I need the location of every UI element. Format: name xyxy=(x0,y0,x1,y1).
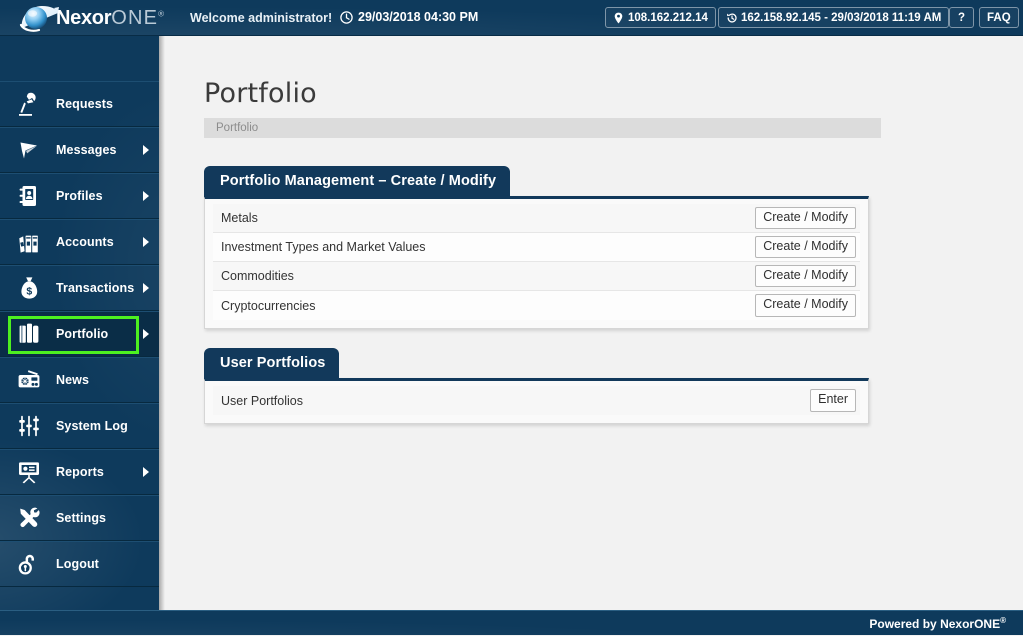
sidebar-item-label: System Log xyxy=(56,419,128,433)
sidebar-item-portfolio[interactable]: Portfolio xyxy=(0,311,159,357)
history-icon xyxy=(726,12,737,24)
sidebar-item-news[interactable]: News xyxy=(0,357,159,403)
page-footer: Powered by NexorONE® xyxy=(0,610,1023,636)
sidebar-item-messages[interactable]: Messages xyxy=(0,127,159,173)
welcome-username: administrator! xyxy=(248,11,333,25)
table-row: User Portfolios Enter xyxy=(213,386,860,415)
paper-plane-icon xyxy=(14,135,44,165)
row-action-button[interactable]: Enter xyxy=(810,389,856,412)
sidebar-top-spacer xyxy=(0,36,159,81)
presentation-icon xyxy=(14,457,44,487)
row-action-button[interactable]: Create / Modify xyxy=(755,206,856,230)
sidebar-item-system-log[interactable]: System Log xyxy=(0,403,159,449)
row-action-button[interactable]: Create / Modify xyxy=(755,235,856,259)
row-label: Commodities xyxy=(221,269,294,283)
logo-wordmark: NexorONE® xyxy=(56,8,164,28)
help-label: ? xyxy=(958,11,966,24)
sidebar-menu-list: Requests Messages Profiles Accounts $ Transac… xyxy=(0,81,159,587)
row-label: Metals xyxy=(221,211,258,225)
current-ip-badge: 108.162.212.14 xyxy=(605,7,716,28)
sidebar-item-accounts[interactable]: Accounts xyxy=(0,219,159,265)
sidebar-navigation: Requests Messages Profiles Accounts $ Transac… xyxy=(0,36,159,610)
chevron-right-icon xyxy=(143,329,149,339)
welcome-message: Welcome administrator! xyxy=(190,11,332,25)
table-row: Metals Create / Modify xyxy=(213,204,860,233)
binders-icon xyxy=(14,227,44,257)
breadcrumb: Portfolio xyxy=(204,118,881,138)
row-label: Cryptocurrencies xyxy=(221,298,316,313)
panel-body: Metals Create / Modify Investment Types an… xyxy=(204,196,869,329)
faq-button[interactable]: FAQ xyxy=(979,7,1019,28)
last-login-badge: 162.158.92.145 - 29/03/2018 11:19 AM xyxy=(718,7,950,28)
powered-by-registered-mark: ® xyxy=(1000,616,1006,625)
radio-icon xyxy=(14,365,44,395)
row-label: User Portfolios xyxy=(221,393,303,408)
app-logo[interactable]: NexorONE® xyxy=(18,3,164,33)
sidebar-item-profiles[interactable]: Profiles xyxy=(0,173,159,219)
desk-lamp-icon xyxy=(14,89,44,119)
chevron-right-icon xyxy=(143,237,149,247)
sidebar-item-label: Portfolio xyxy=(56,327,109,341)
logo-registered-mark: ® xyxy=(158,9,164,19)
faq-label: FAQ xyxy=(987,11,1011,24)
sidebar-item-label: Transactions xyxy=(56,281,135,295)
row-action-button[interactable]: Create / Modify xyxy=(755,264,856,288)
help-button[interactable]: ? xyxy=(949,7,975,28)
panel-tab-title: User Portfolios xyxy=(204,348,340,379)
sidebar-item-requests[interactable]: Requests xyxy=(0,81,159,127)
sidebar-item-transactions[interactable]: $ Transactions xyxy=(0,265,159,311)
chevron-right-icon xyxy=(143,145,149,155)
sidebar-item-label: Profiles xyxy=(56,189,103,203)
sliders-icon xyxy=(14,411,44,441)
panel-body: User Portfolios Enter xyxy=(204,378,869,424)
chevron-right-icon xyxy=(143,467,149,477)
address-book-icon xyxy=(14,181,44,211)
table-row: Cryptocurrencies Create / Modify xyxy=(213,291,860,320)
current-ip-text: 108.162.212.14 xyxy=(628,11,708,24)
row-label: Investment Types and Market Values xyxy=(221,240,426,254)
sidebar-item-label: Settings xyxy=(56,511,107,525)
main-content-area: Portfolio Portfolio Portfolio Management… xyxy=(165,36,1023,610)
powered-by-text: Powered by NexorONE xyxy=(869,617,1001,631)
sidebar-item-label: Requests xyxy=(56,97,114,111)
sidebar-item-label: Logout xyxy=(56,557,99,571)
page-title: Portfolio xyxy=(204,78,317,109)
current-datetime: 29/03/2018 04:30 PM xyxy=(340,10,478,24)
sidebar-item-settings[interactable]: Settings xyxy=(0,495,159,541)
svg-text:$: $ xyxy=(26,286,32,298)
user-portfolios-panel: User Portfolios User Portfolios Enter xyxy=(204,348,869,424)
row-action-button[interactable]: Create / Modify xyxy=(755,294,856,317)
table-row: Investment Types and Market Values Create… xyxy=(213,233,860,262)
padlock-icon xyxy=(14,549,44,579)
chevron-right-icon xyxy=(143,191,149,201)
sidebar-item-label: Messages xyxy=(56,143,117,157)
money-bag-icon: $ xyxy=(14,273,44,303)
welcome-prefix: Welcome xyxy=(190,11,249,25)
panel-tab-title: Portfolio Management – Create / Modify xyxy=(204,166,511,197)
sidebar-item-label: News xyxy=(56,373,90,387)
datetime-text: 29/03/2018 04:30 PM xyxy=(358,10,479,24)
top-header-bar: NexorONE® Welcome administrator! 29/03/2… xyxy=(0,0,1023,36)
sidebar-item-reports[interactable]: Reports xyxy=(0,449,159,495)
sidebar-item-label: Accounts xyxy=(56,235,114,249)
breadcrumb-current: Portfolio xyxy=(216,122,259,134)
table-row: Commodities Create / Modify xyxy=(213,262,860,291)
location-pin-icon xyxy=(613,12,624,24)
portfolio-management-panel: Portfolio Management – Create / Modify M… xyxy=(204,166,869,329)
logo-text-main: Nexor xyxy=(56,7,112,29)
portfolio-bag-icon xyxy=(14,319,44,349)
clock-icon xyxy=(340,10,353,24)
tools-icon xyxy=(14,503,44,533)
powered-by-label: Powered by NexorONE® xyxy=(869,616,1006,631)
logo-text-sub: ONE xyxy=(111,7,159,29)
nexor-sphere-icon xyxy=(18,3,62,33)
sidebar-item-logout[interactable]: Logout xyxy=(0,541,159,587)
chevron-right-icon xyxy=(143,283,149,293)
last-login-text: 162.158.92.145 - 29/03/2018 11:19 AM xyxy=(741,11,942,24)
sidebar-item-label: Reports xyxy=(56,465,104,479)
